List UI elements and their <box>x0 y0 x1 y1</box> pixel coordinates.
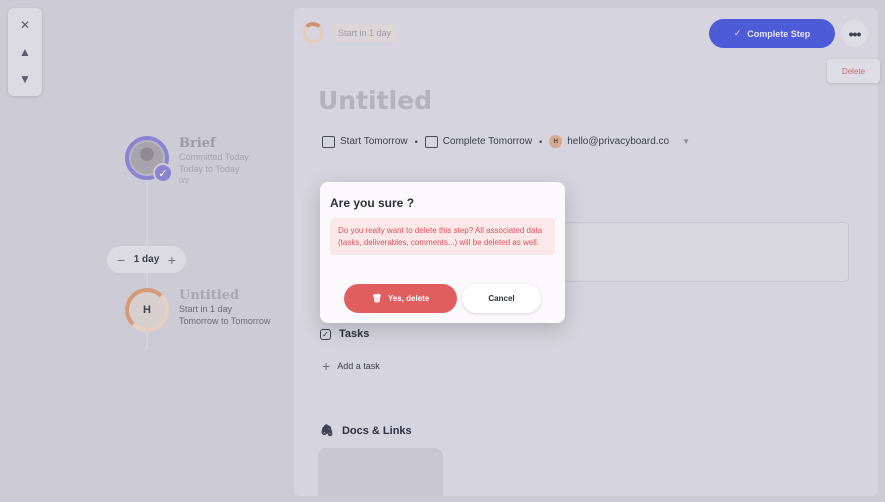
arrow-up-icon[interactable]: ▲ <box>14 41 36 63</box>
step-meta-row: Start Tomorrow • Complete Tomorrow • H h… <box>322 135 690 148</box>
check-icon: ✓ <box>153 163 173 183</box>
more-options-icon[interactable]: ••• <box>841 20 868 47</box>
owner-avatar: H <box>549 135 563 148</box>
calendar-end-icon <box>424 135 438 148</box>
avatar: ✓ <box>125 136 173 183</box>
step-task-count: 0/2 <box>179 178 189 185</box>
step-dates: Tomorrow to Tomorrow <box>179 316 271 326</box>
page-title[interactable]: Untitled <box>318 86 432 115</box>
step-dates: Today to Today <box>179 164 240 174</box>
start-date[interactable]: Start Tomorrow <box>322 135 408 148</box>
paperclip-icon: 🖇 <box>320 425 334 437</box>
check-icon: ✓ <box>733 28 742 38</box>
step-title: Untitled <box>179 288 240 303</box>
duration-stepper[interactable]: − 1 day + <box>107 246 186 273</box>
confirm-delete-modal: Are you sure ? Do you really want to del… <box>320 182 565 323</box>
toolbar-vertical: ✕ ▲ ▼ <box>8 8 42 96</box>
separator-dot: • <box>414 136 418 147</box>
step-info: Brief Committed Today Today to Today 0/2 <box>179 136 249 188</box>
step-info: Untitled Start in 1 day Tomorrow to Tomo… <box>179 288 270 332</box>
duration-label: 1 day <box>133 254 160 265</box>
description-box[interactable] <box>564 222 849 282</box>
yes-delete-label: Yes, delete <box>387 294 430 303</box>
chevron-down-icon: ▼ <box>682 137 691 146</box>
yes-delete-button[interactable]: 🗑 Yes, delete <box>344 284 457 313</box>
minus-icon[interactable]: − <box>117 252 125 268</box>
avatar-initial: H <box>125 288 169 332</box>
complete-date[interactable]: Complete Tomorrow <box>424 135 533 148</box>
separator-dot: • <box>539 136 543 147</box>
start-chip: Start in 1 day <box>332 24 398 42</box>
owner-select[interactable]: H hello@privacyboard.co ▼ <box>549 135 690 148</box>
modal-title: Are you sure ? <box>330 196 415 210</box>
complete-step-label: Complete Step <box>747 28 811 39</box>
cancel-button[interactable]: Cancel <box>462 284 541 313</box>
complete-step-button[interactable]: ✓ Complete Step <box>709 19 835 48</box>
calendar-start-icon <box>322 135 335 148</box>
plus-icon[interactable]: + <box>168 252 176 268</box>
tasks-section-header: ✓ Tasks <box>320 328 369 340</box>
owner-email: hello@privacyboard.co <box>567 136 670 147</box>
docs-section-header: 🖇 Docs & Links <box>320 424 412 438</box>
step-title: Brief <box>179 136 216 151</box>
step-status: Committed Today <box>179 152 249 162</box>
progress-ring-icon <box>302 22 324 44</box>
timeline-step-brief[interactable]: ✓ Brief Committed Today Today to Today 0… <box>125 136 249 188</box>
arrow-down-icon[interactable]: ▼ <box>14 68 36 90</box>
complete-date-label: Complete Tomorrow <box>442 136 533 147</box>
start-date-label: Start Tomorrow <box>340 136 408 147</box>
modal-actions: 🗑 Yes, delete Cancel <box>344 284 541 313</box>
step-status: Start in 1 day <box>179 304 233 314</box>
panel-header: Start in 1 day <box>302 22 398 44</box>
timeline-step-untitled[interactable]: H Untitled Start in 1 day Tomorrow to To… <box>125 288 270 332</box>
doc-card[interactable] <box>318 448 443 496</box>
add-task-button[interactable]: + Add a task <box>322 358 380 374</box>
add-task-label: Add a task <box>337 361 380 371</box>
plus-icon: + <box>322 358 331 374</box>
close-icon[interactable]: ✕ <box>14 14 36 36</box>
docs-label: Docs & Links <box>341 424 412 437</box>
delete-menu-item[interactable]: Delete <box>827 59 880 83</box>
checkbox-icon: ✓ <box>320 328 331 340</box>
trash-icon: 🗑 <box>371 294 382 303</box>
tasks-label: Tasks <box>339 328 370 340</box>
modal-warning: Do you really want to delete this step? … <box>330 218 555 255</box>
